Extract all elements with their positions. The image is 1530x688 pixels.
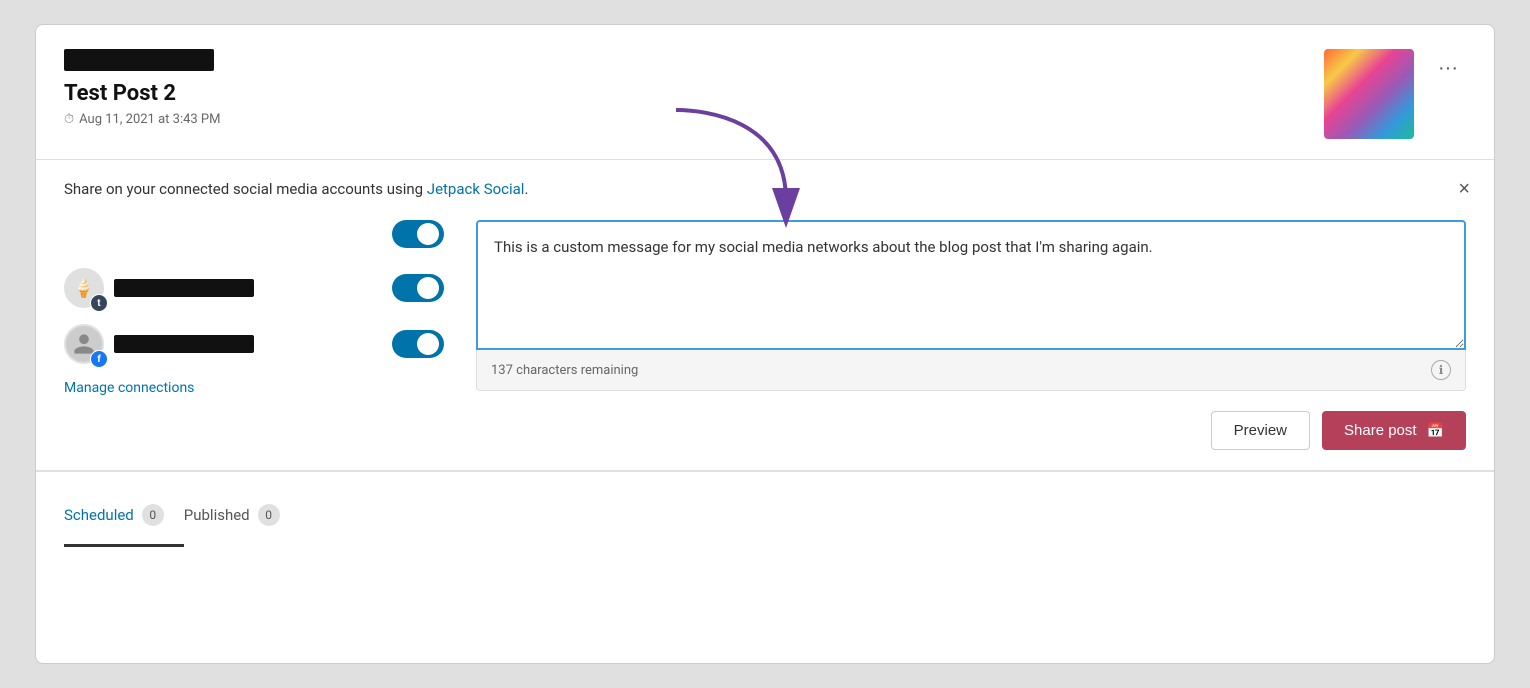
preview-button[interactable]: Preview xyxy=(1211,411,1310,450)
top-toggle-row xyxy=(64,220,444,248)
share-intro-end: . xyxy=(524,180,528,198)
scheduled-tab-badge: 0 xyxy=(142,504,164,526)
facebook-avatar-wrap: f xyxy=(64,324,104,364)
action-buttons: Preview Share post 📅 xyxy=(476,411,1466,450)
toggle-tumblr-slider xyxy=(392,274,444,302)
published-tab-badge: 0 xyxy=(258,504,280,526)
thumbnail-image xyxy=(1324,49,1414,139)
card-footer: Scheduled 0 Published 0 xyxy=(36,471,1494,547)
header-left: Test Post 2 ⏱ Aug 11, 2021 at 3:43 PM xyxy=(64,49,220,127)
main-card: Test Post 2 ⏱ Aug 11, 2021 at 3:43 PM ··… xyxy=(35,24,1495,664)
post-date-text: Aug 11, 2021 at 3:43 PM xyxy=(79,112,220,127)
tab-scheduled[interactable]: Scheduled 0 xyxy=(64,490,184,547)
share-post-label: Share post xyxy=(1344,422,1417,439)
toggle-1[interactable] xyxy=(392,220,444,248)
facebook-identity: f xyxy=(64,324,254,364)
toggle-facebook-slider xyxy=(392,330,444,358)
message-column: This is a custom message for my social m… xyxy=(476,220,1466,450)
tumblr-icon: 🍦 xyxy=(73,278,95,299)
connection-facebook: f xyxy=(64,324,444,364)
calendar-icon: 📅 xyxy=(1427,422,1444,439)
share-intro-text: Share on your connected social media acc… xyxy=(64,180,427,198)
jetpack-social-link[interactable]: Jetpack Social xyxy=(427,180,525,198)
manage-connections-link[interactable]: Manage connections xyxy=(64,380,444,396)
post-title: Test Post 2 xyxy=(64,81,220,106)
scheduled-tab-label: Scheduled xyxy=(64,506,134,524)
share-section: Share on your connected social media acc… xyxy=(36,160,1494,471)
share-post-button[interactable]: Share post 📅 xyxy=(1322,411,1466,450)
post-thumbnail xyxy=(1324,49,1414,139)
connection-tumblr: 🍦 t xyxy=(64,268,444,308)
message-textarea[interactable]: This is a custom message for my social m… xyxy=(476,220,1466,350)
share-intro: Share on your connected social media acc… xyxy=(64,180,1466,198)
toggle-tumblr[interactable] xyxy=(392,274,444,302)
redacted-title-bar xyxy=(64,49,214,71)
facebook-name-bar xyxy=(114,335,254,353)
close-button[interactable]: × xyxy=(1458,178,1470,201)
post-date: ⏱ Aug 11, 2021 at 3:43 PM xyxy=(64,112,220,127)
tumblr-name-bar xyxy=(114,279,254,297)
facebook-badge: f xyxy=(90,350,108,368)
clock-icon: ⏱ xyxy=(64,112,74,127)
share-body: 🍦 t xyxy=(64,220,1466,450)
tumblr-identity: 🍦 t xyxy=(64,268,254,308)
info-icon[interactable]: ℹ xyxy=(1431,360,1451,380)
more-options-button[interactable]: ··· xyxy=(1430,53,1466,84)
toggle-facebook[interactable] xyxy=(392,330,444,358)
header-right: ··· xyxy=(1324,49,1466,139)
published-tab-label: Published xyxy=(184,506,250,524)
message-footer: 137 characters remaining ℹ xyxy=(476,350,1466,391)
tumblr-avatar-wrap: 🍦 t xyxy=(64,268,104,308)
card-header: Test Post 2 ⏱ Aug 11, 2021 at 3:43 PM ··… xyxy=(36,25,1494,160)
chars-remaining: 137 characters remaining xyxy=(491,363,638,378)
tumblr-badge: t xyxy=(90,294,108,312)
connections-column: 🍦 t xyxy=(64,220,444,396)
tab-published[interactable]: Published 0 xyxy=(184,490,300,547)
toggle-1-slider xyxy=(392,220,444,248)
